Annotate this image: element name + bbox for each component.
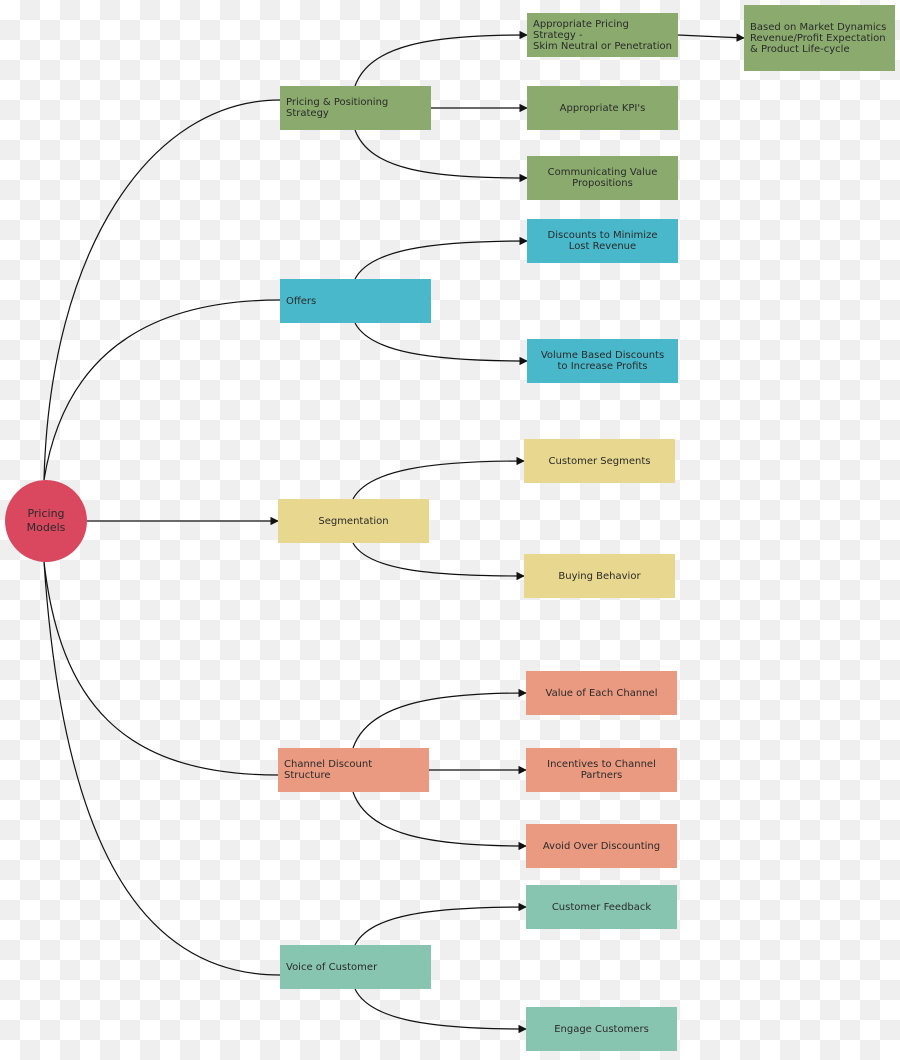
branch-label: Offers [286, 295, 317, 307]
branch-channel-discount[interactable]: Channel Discount Structure [278, 748, 429, 792]
edge-root-pricing [43, 99, 281, 481]
leaf-label: Buying Behavior [558, 570, 641, 582]
edge-offers-discounts [354, 236, 528, 280]
leaf-label: Engage Customers [554, 1023, 649, 1035]
edge-pricing-value [354, 129, 528, 183]
leaf-communicating-value[interactable]: Communicating Value Propositions [527, 156, 678, 200]
leaf-value-each-channel[interactable]: Value of Each Channel [526, 671, 677, 715]
leaf-label: Avoid Over Discounting [542, 840, 661, 852]
edge-pricing-strategy [354, 30, 528, 87]
edge-seg-segments [352, 456, 525, 500]
leaf-label: Appropriate Pricing Strategy - Skim Neut… [533, 18, 672, 52]
edge-channel-avoid [352, 791, 527, 851]
leaf-market-dynamics[interactable]: Based on Market Dynamics Revenue/Profit … [744, 5, 895, 71]
leaf-label: Based on Market Dynamics Revenue/Profit … [750, 21, 887, 55]
leaf-customer-feedback[interactable]: Customer Feedback [526, 885, 677, 929]
edge-root-channel [43, 561, 279, 776]
leaf-volume-discounts[interactable]: Volume Based Discounts to Increase Profi… [527, 339, 678, 383]
leaf-customer-segments[interactable]: Customer Segments [524, 439, 675, 483]
edge-voice-feedback [354, 902, 527, 946]
branch-label: Segmentation [318, 515, 389, 527]
edge-seg-behavior [352, 542, 525, 581]
branch-label: Channel Discount Structure [284, 759, 373, 781]
branch-segmentation[interactable]: Segmentation [278, 499, 429, 543]
leaf-label: Appropriate KPI's [559, 102, 646, 114]
root-label: Pricing Models [26, 507, 66, 534]
edge-channel-value [352, 688, 527, 749]
leaf-label: Communicating Value Propositions [547, 167, 658, 189]
leaf-appropriate-kpis[interactable]: Appropriate KPI's [527, 86, 678, 130]
leaf-label: Customer Segments [548, 455, 651, 467]
leaf-label: Incentives to Channel Partners [547, 759, 656, 781]
leaf-buying-behavior[interactable]: Buying Behavior [524, 554, 675, 598]
branch-label: Pricing & Positioning Strategy [286, 97, 389, 119]
root-node-pricing-models[interactable]: Pricing Models [5, 480, 87, 562]
leaf-avoid-over-discounting[interactable]: Avoid Over Discounting [526, 824, 677, 868]
connectors [43, 30, 745, 1034]
leaf-label: Volume Based Discounts to Increase Profi… [540, 350, 665, 372]
edge-root-voice [43, 561, 281, 976]
branch-pricing-positioning[interactable]: Pricing & Positioning Strategy [280, 86, 431, 130]
leaf-label: Customer Feedback [551, 901, 652, 913]
edge-offers-volume [354, 322, 528, 366]
edge-strategy-dynamics [677, 33, 745, 42]
branch-label: Voice of Customer [286, 961, 378, 973]
edge-root-offers [43, 299, 281, 481]
leaf-pricing-strategy[interactable]: Appropriate Pricing Strategy - Skim Neut… [527, 13, 678, 57]
leaf-engage-customers[interactable]: Engage Customers [526, 1007, 677, 1051]
branch-offers[interactable]: Offers [280, 279, 431, 323]
leaf-incentives-partners[interactable]: Incentives to Channel Partners [526, 748, 677, 792]
leaf-label: Value of Each Channel [545, 687, 658, 699]
edge-voice-engage [354, 988, 527, 1034]
leaf-discounts-minimize[interactable]: Discounts to Minimize Lost Revenue [527, 219, 678, 263]
branch-voice-of-customer[interactable]: Voice of Customer [280, 945, 431, 989]
leaf-label: Discounts to Minimize Lost Revenue [547, 230, 658, 252]
